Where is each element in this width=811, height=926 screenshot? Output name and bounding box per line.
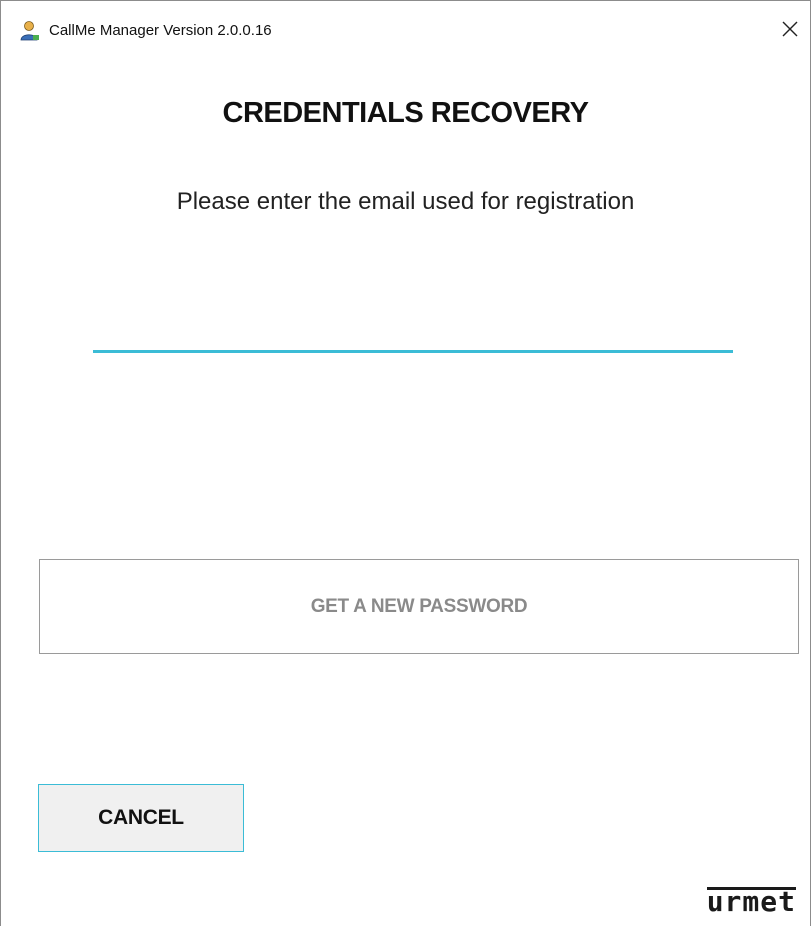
logo-overline bbox=[706, 887, 796, 890]
title-bar: CallMe Manager Version 2.0.0.16 bbox=[1, 1, 810, 63]
cancel-label: CANCEL bbox=[98, 806, 184, 829]
app-window: CallMe Manager Version 2.0.0.16 CREDENTI… bbox=[0, 0, 811, 926]
cancel-button[interactable]: CANCEL bbox=[38, 784, 244, 852]
get-new-password-label: GET A NEW PASSWORD bbox=[310, 595, 528, 617]
page-title: CREDENTIALS RECOVERY bbox=[222, 97, 589, 129]
email-field[interactable] bbox=[93, 301, 733, 353]
user-avatar-icon bbox=[19, 20, 41, 42]
close-icon bbox=[781, 20, 799, 43]
urmet-logo: urmet bbox=[706, 885, 796, 919]
window-title: CallMe Manager Version 2.0.0.16 bbox=[49, 22, 272, 39]
instruction-text: Please enter the email used for registra… bbox=[176, 188, 635, 215]
get-new-password-button[interactable]: GET A NEW PASSWORD bbox=[39, 559, 799, 654]
close-button[interactable] bbox=[770, 11, 810, 51]
